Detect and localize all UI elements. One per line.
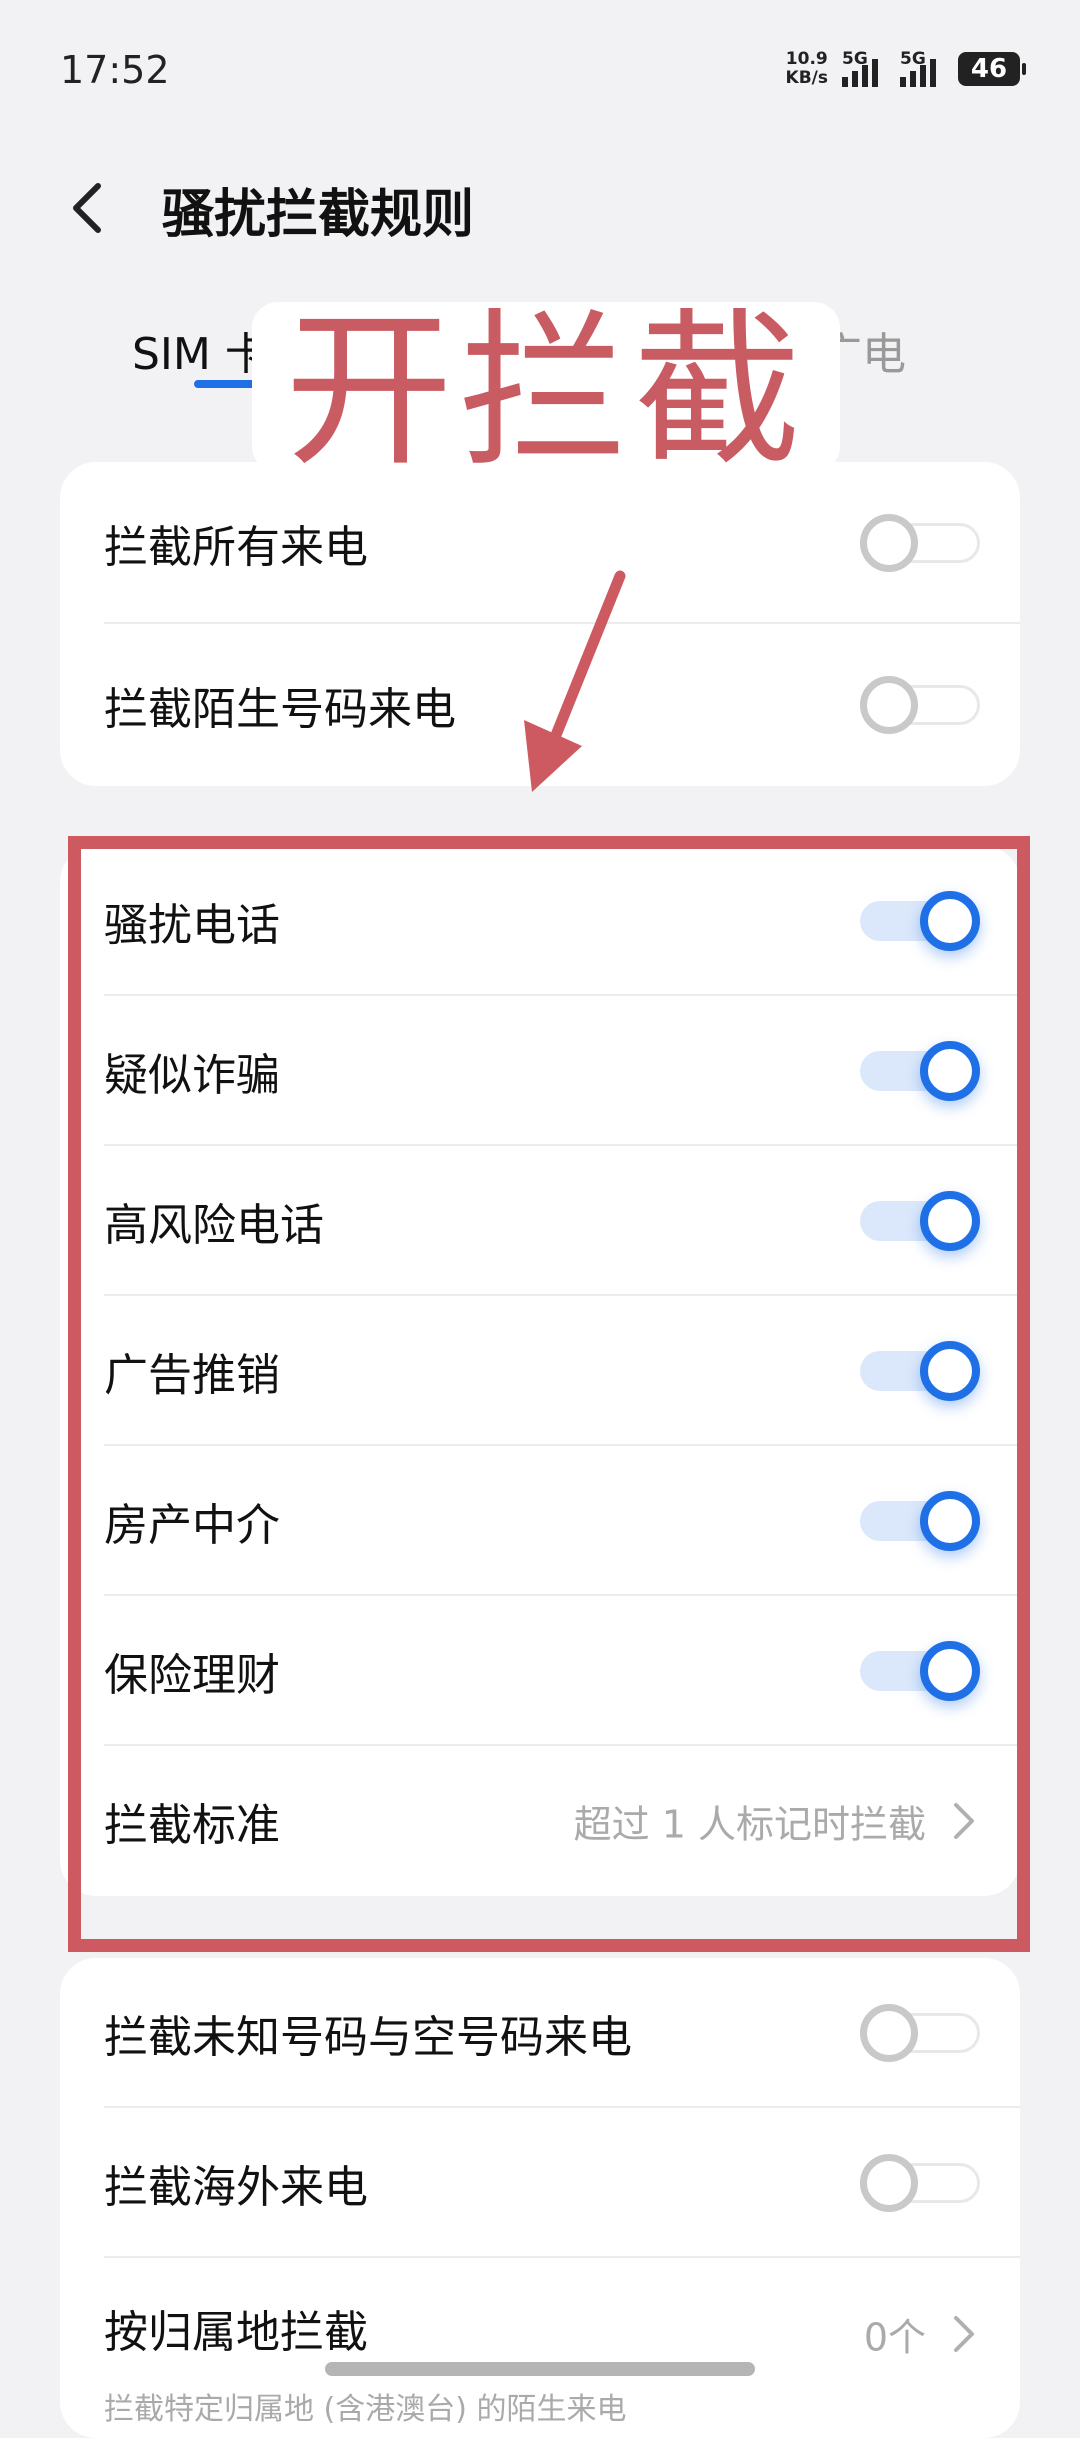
region-count: 0个: [863, 2315, 926, 2360]
toggle-switch[interactable]: [860, 2153, 980, 2213]
chevron-left-icon: [73, 183, 101, 233]
status-time: 17:52: [60, 48, 170, 92]
row-label: 拦截所有来电: [104, 522, 368, 573]
battery-icon: 46: [958, 52, 1026, 86]
signal-sim1-icon: 5G: [842, 49, 886, 87]
toggle-switch[interactable]: [860, 513, 980, 573]
network-speed: 10.9 KB/s: [786, 50, 828, 88]
row-block-unknown-empty-number[interactable]: 拦截未知号码与空号码来电: [60, 1958, 1020, 2108]
tab-indicator: [194, 380, 258, 388]
page-title: 骚扰拦截规则: [162, 185, 475, 245]
row-subtitle: 拦截特定归属地 (含港澳台) 的陌生来电: [104, 2392, 627, 2427]
back-button[interactable]: [60, 178, 120, 238]
status-icons: 10.9 KB/s 5G 5G 46: [786, 49, 1026, 88]
sim1-network-label: 5G: [842, 49, 868, 69]
row-label: 拦截海外来电: [104, 2162, 368, 2213]
chevron-right-icon: [954, 2316, 974, 2352]
toggle-switch[interactable]: [860, 675, 980, 735]
toggle-switch[interactable]: [860, 2003, 980, 2063]
home-indicator[interactable]: [325, 2362, 755, 2376]
row-label: 拦截未知号码与空号码来电: [104, 2012, 632, 2063]
annotation-highlight-box: [68, 836, 1030, 1952]
network-speed-unit: KB/s: [785, 68, 828, 88]
network-speed-value: 10.9: [785, 49, 828, 69]
annotation-arrow-icon: [524, 570, 626, 792]
row-label: 拦截陌生号码来电: [104, 684, 456, 735]
sim2-network-label: 5G: [900, 49, 926, 69]
row-label: 按归属地拦截: [104, 2307, 368, 2358]
row-block-by-region[interactable]: 按归属地拦截 拦截特定归属地 (含港澳台) 的陌生来电 0个: [60, 2258, 1020, 2438]
signal-sim2-icon: 5G: [900, 49, 944, 87]
status-bar: 17:52 10.9 KB/s 5G 5G 46: [0, 0, 1080, 140]
annotation-banner: 开拦截: [252, 296, 840, 486]
row-block-overseas-calls[interactable]: 拦截海外来电: [60, 2108, 1020, 2258]
tab-sim[interactable]: SIM 卡: [132, 318, 269, 382]
annotation-text: 开拦截: [285, 293, 807, 489]
